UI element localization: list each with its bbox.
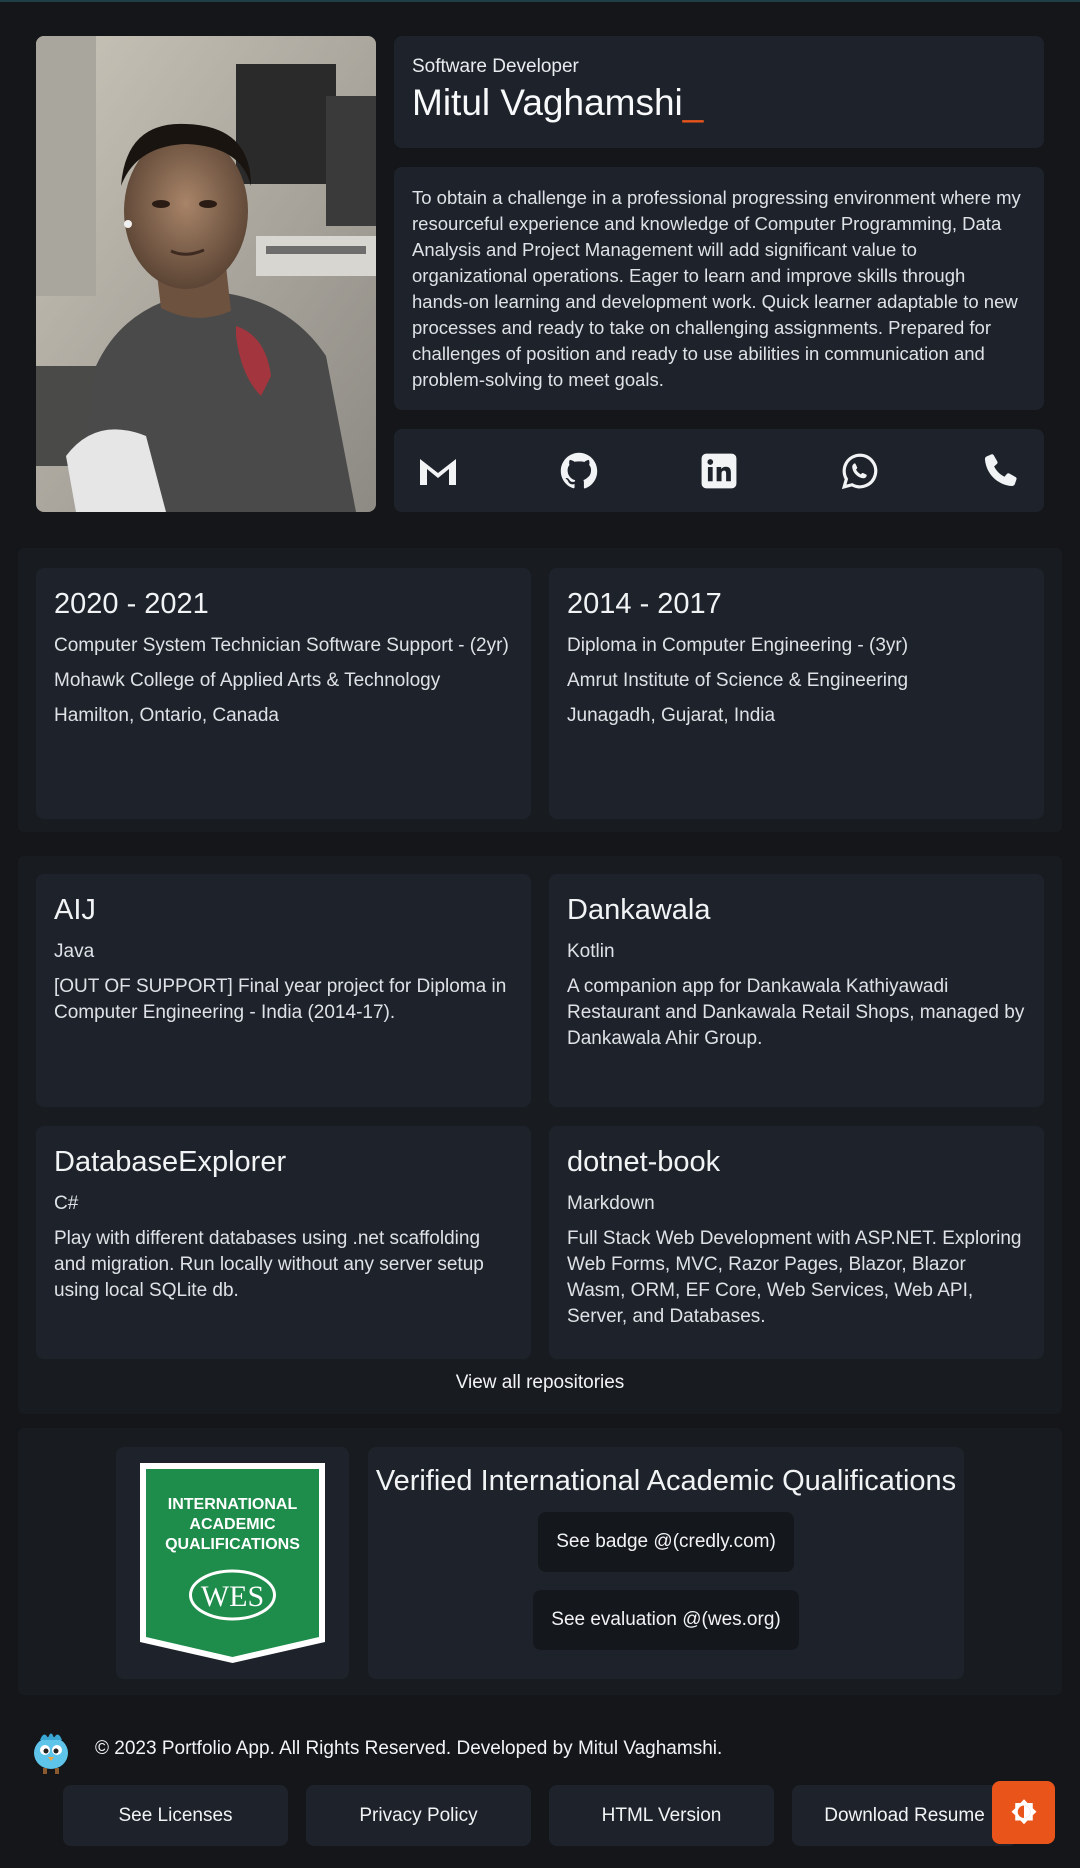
about-card: To obtain a challenge in a professional … (394, 167, 1044, 410)
see-badge-button[interactable]: See badge @(credly.com) (538, 1512, 794, 1572)
repo-name: AIJ (54, 894, 96, 926)
education-years: 2020 - 2021 (54, 588, 209, 620)
badge-line-3: QUALIFICATIONS (165, 1536, 300, 1553)
gmail-icon[interactable] (418, 451, 458, 491)
wes-badge-image: INTERNATIONAL ACADEMIC QUALIFICATIONS WE… (140, 1463, 325, 1663)
github-icon[interactable] (559, 451, 599, 491)
see-evaluation-button[interactable]: See evaluation @(wes.org) (533, 1590, 799, 1650)
repo-card[interactable]: Dankawala Kotlin A companion app for Dan… (549, 874, 1044, 1107)
download-resume-button[interactable]: Download Resume (792, 1785, 1017, 1846)
theme-toggle-button[interactable] (992, 1781, 1055, 1844)
html-version-button[interactable]: HTML Version (549, 1785, 774, 1846)
education-years: 2014 - 2017 (567, 588, 722, 620)
copyright-text: © 2023 Portfolio App. All Rights Reserve… (95, 1738, 723, 1759)
title-card: Software Developer Mitul Vaghamshi_ (394, 36, 1044, 148)
profile-photo (36, 36, 376, 512)
repo-description: Full Stack Web Development with ASP.NET.… (567, 1228, 1022, 1327)
brightness-icon (1011, 1798, 1036, 1824)
qualifications-title: Verified International Academic Qualific… (375, 1465, 957, 1497)
badge-line-1: INTERNATIONAL (168, 1496, 298, 1513)
profile-name: Mitul Vaghamshi_ (412, 82, 704, 123)
education-program: Computer System Technician Software Supp… (54, 635, 509, 656)
see-licenses-button[interactable]: See Licenses (63, 1785, 288, 1846)
privacy-policy-button[interactable]: Privacy Policy (306, 1785, 531, 1846)
repo-language: C# (54, 1193, 79, 1214)
repo-language: Kotlin (567, 941, 615, 962)
education-location: Junagadh, Gujarat, India (567, 705, 776, 726)
repo-card[interactable]: DatabaseExplorer C# Play with different … (36, 1126, 531, 1359)
top-border (0, 0, 1080, 2)
badge-line-2: ACADEMIC (189, 1516, 276, 1533)
education-school: Amrut Institute of Science & Engineering (567, 670, 909, 691)
repo-name: dotnet-book (567, 1146, 721, 1178)
repo-name: Dankawala (567, 894, 711, 926)
phone-icon[interactable] (980, 451, 1020, 491)
repo-card[interactable]: AIJ Java [OUT OF SUPPORT] Final year pro… (36, 874, 531, 1107)
repo-name: DatabaseExplorer (54, 1146, 287, 1178)
repo-card[interactable]: dotnet-book Markdown Full Stack Web Deve… (549, 1126, 1044, 1359)
education-card: 2020 - 2021 Computer System Technician S… (36, 568, 531, 819)
repo-language: Markdown (567, 1193, 655, 1214)
badge-logo: WES (201, 1580, 264, 1613)
mascot-icon (26, 1726, 76, 1776)
repo-description: Play with different databases using .net… (54, 1228, 484, 1301)
linkedin-icon[interactable] (699, 451, 739, 491)
qualifications-card: Verified International Academic Qualific… (368, 1447, 964, 1679)
education-school: Mohawk College of Applied Arts & Technol… (54, 670, 441, 691)
repo-description: [OUT OF SUPPORT] Final year project for … (54, 976, 507, 1023)
education-card: 2014 - 2017 Diploma in Computer Engineer… (549, 568, 1044, 819)
job-role: Software Developer (412, 56, 579, 77)
repo-language: Java (54, 941, 95, 962)
education-location: Hamilton, Ontario, Canada (54, 705, 279, 726)
about-text: To obtain a challenge in a professional … (412, 187, 1021, 390)
repo-description: A companion app for Dankawala Kathiyawad… (567, 976, 1025, 1049)
typing-cursor: _ (682, 82, 704, 123)
whatsapp-icon[interactable] (840, 451, 880, 491)
badge-card: INTERNATIONAL ACADEMIC QUALIFICATIONS WE… (116, 1447, 349, 1679)
social-links (394, 429, 1044, 512)
education-program: Diploma in Computer Engineering - (3yr) (567, 635, 909, 656)
view-all-repositories-link[interactable]: View all repositories (0, 1372, 1080, 1394)
